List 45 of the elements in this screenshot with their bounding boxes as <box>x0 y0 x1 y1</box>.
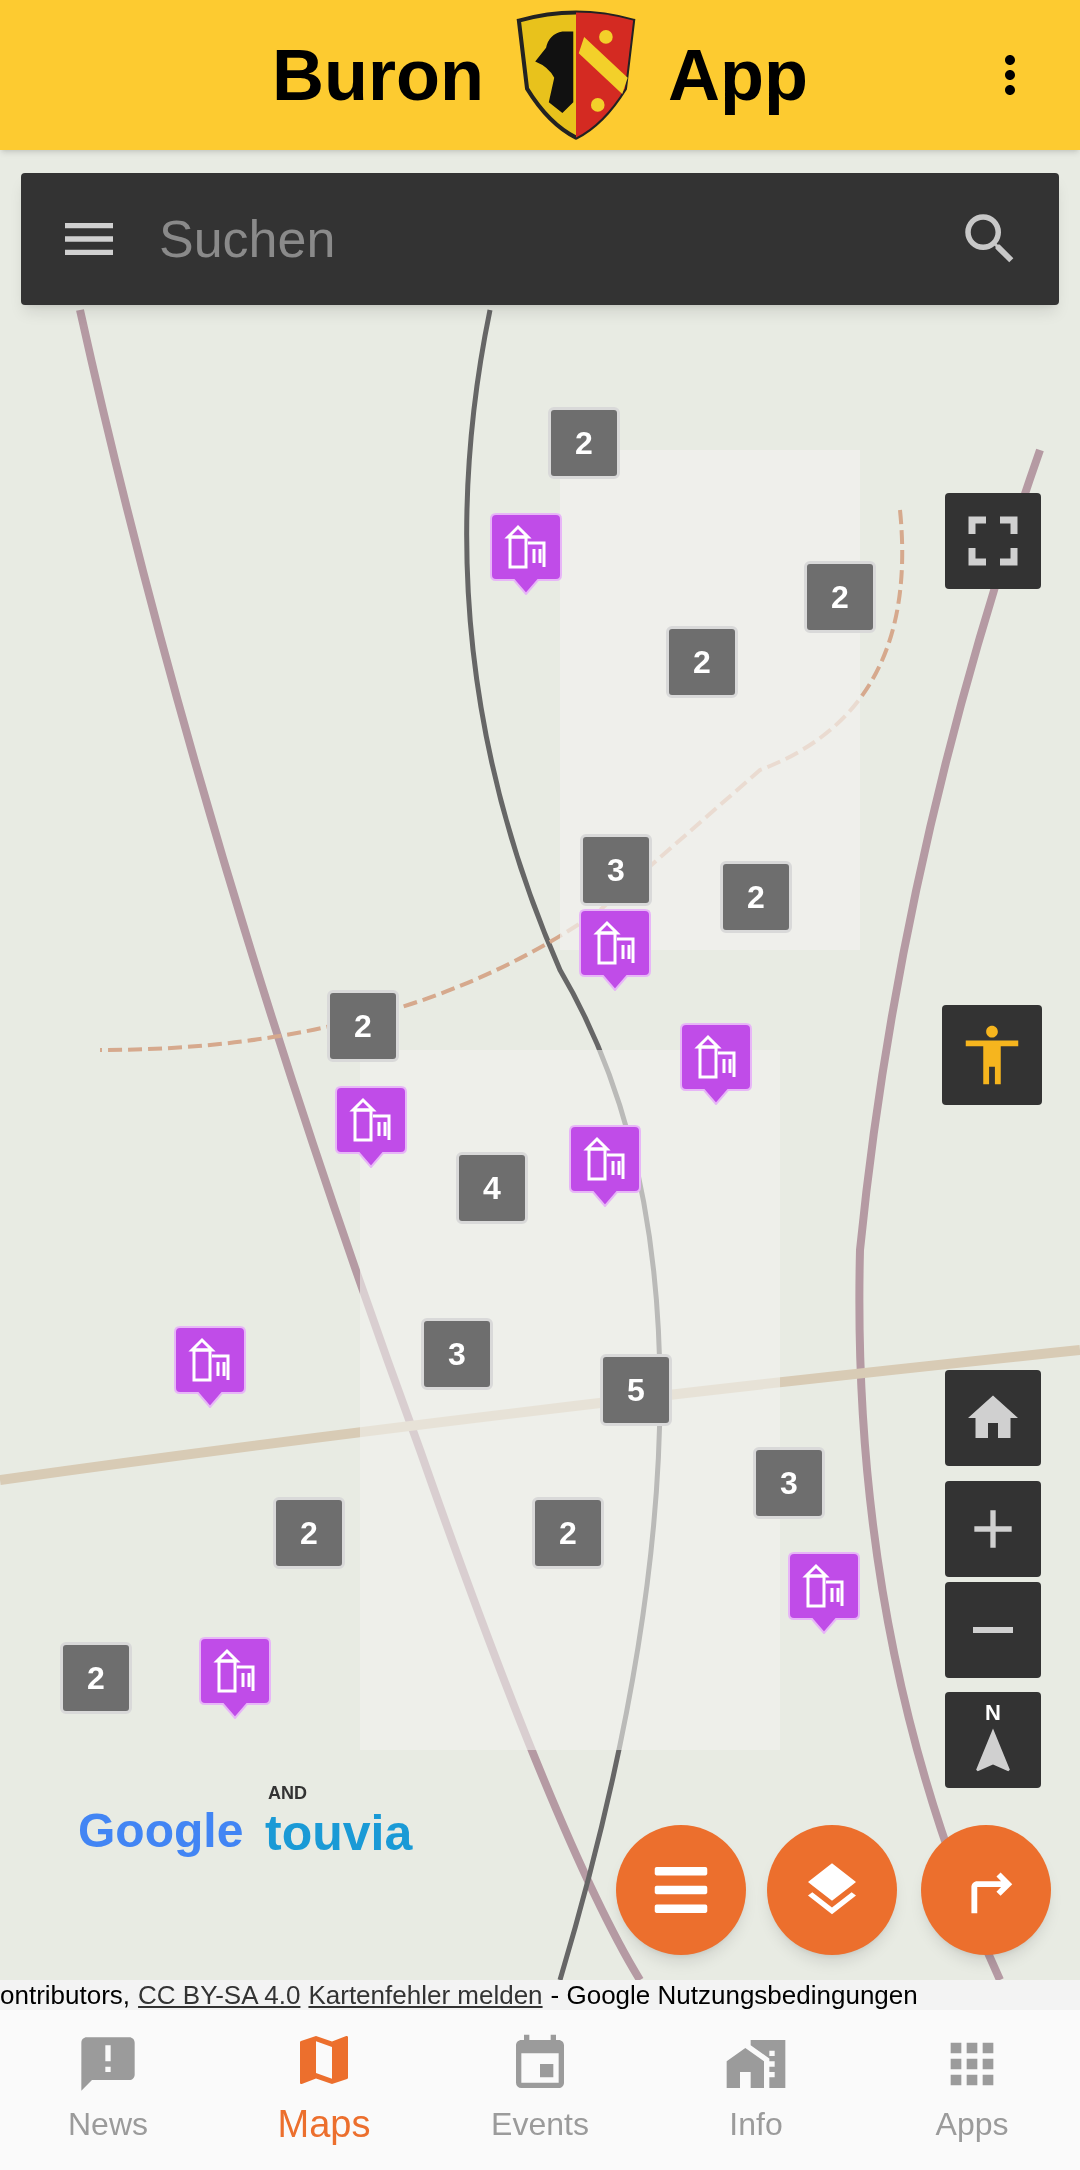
cluster-marker[interactable]: 2 <box>804 561 876 633</box>
cluster-marker[interactable]: 3 <box>753 1447 825 1519</box>
attribution-text: - Google Nutzungsbedingungen <box>550 1980 918 2010</box>
nav-tab[interactable]: Events <box>432 2010 648 2170</box>
google-logo: Google <box>78 1803 244 1859</box>
cluster-marker[interactable]: 2 <box>548 407 620 479</box>
cluster-marker[interactable]: 2 <box>60 1642 132 1714</box>
report-link[interactable]: Kartenfehler melden <box>308 1980 543 2010</box>
poi-marker[interactable] <box>335 1086 407 1168</box>
street-view-button[interactable] <box>942 1005 1042 1105</box>
cluster-marker[interactable]: 3 <box>580 834 652 906</box>
poi-marker[interactable] <box>788 1552 860 1634</box>
compass-button[interactable]: N <box>945 1692 1041 1788</box>
cluster-marker[interactable]: 2 <box>273 1497 345 1569</box>
cluster-marker[interactable]: 5 <box>600 1354 672 1426</box>
app-title: App <box>668 34 808 117</box>
poi-marker[interactable] <box>490 513 562 595</box>
nav-tab[interactable]: Info <box>648 2010 864 2170</box>
north-label: N <box>985 1702 1001 1724</box>
search-field[interactable]: Suchen <box>21 173 1059 305</box>
app-title: Buron <box>272 34 484 117</box>
zoom-in-button[interactable] <box>945 1481 1041 1577</box>
minus-icon <box>973 1627 1013 1633</box>
poi-marker[interactable] <box>680 1023 752 1105</box>
nav-tab[interactable]: Maps <box>216 2010 432 2170</box>
touvia-logo: touvia <box>265 1804 413 1863</box>
and-label: AND <box>268 1782 307 1805</box>
poi-marker[interactable] <box>569 1125 641 1207</box>
nav-tab[interactable]: News <box>0 2010 216 2170</box>
cluster-marker[interactable]: 2 <box>532 1497 604 1569</box>
cluster-marker[interactable]: 2 <box>327 990 399 1062</box>
license-link[interactable]: CC BY-SA 4.0 <box>138 1980 301 2010</box>
attribution-text: ontributors, <box>0 1980 131 2010</box>
poi-marker[interactable] <box>199 1637 271 1719</box>
zoom-out-button[interactable] <box>945 1582 1041 1678</box>
cluster-marker[interactable]: 2 <box>666 626 738 698</box>
nav-tab[interactable]: Apps <box>864 2010 1080 2170</box>
fullscreen-button[interactable] <box>945 493 1041 589</box>
poi-marker[interactable] <box>579 909 651 991</box>
cluster-marker[interactable]: 2 <box>720 861 792 933</box>
poi-marker[interactable] <box>174 1326 246 1408</box>
search-input[interactable]: Suchen <box>159 200 957 278</box>
cluster-marker[interactable]: 3 <box>421 1318 493 1390</box>
home-button[interactable] <box>945 1370 1041 1466</box>
cluster-marker[interactable]: 4 <box>456 1152 528 1224</box>
